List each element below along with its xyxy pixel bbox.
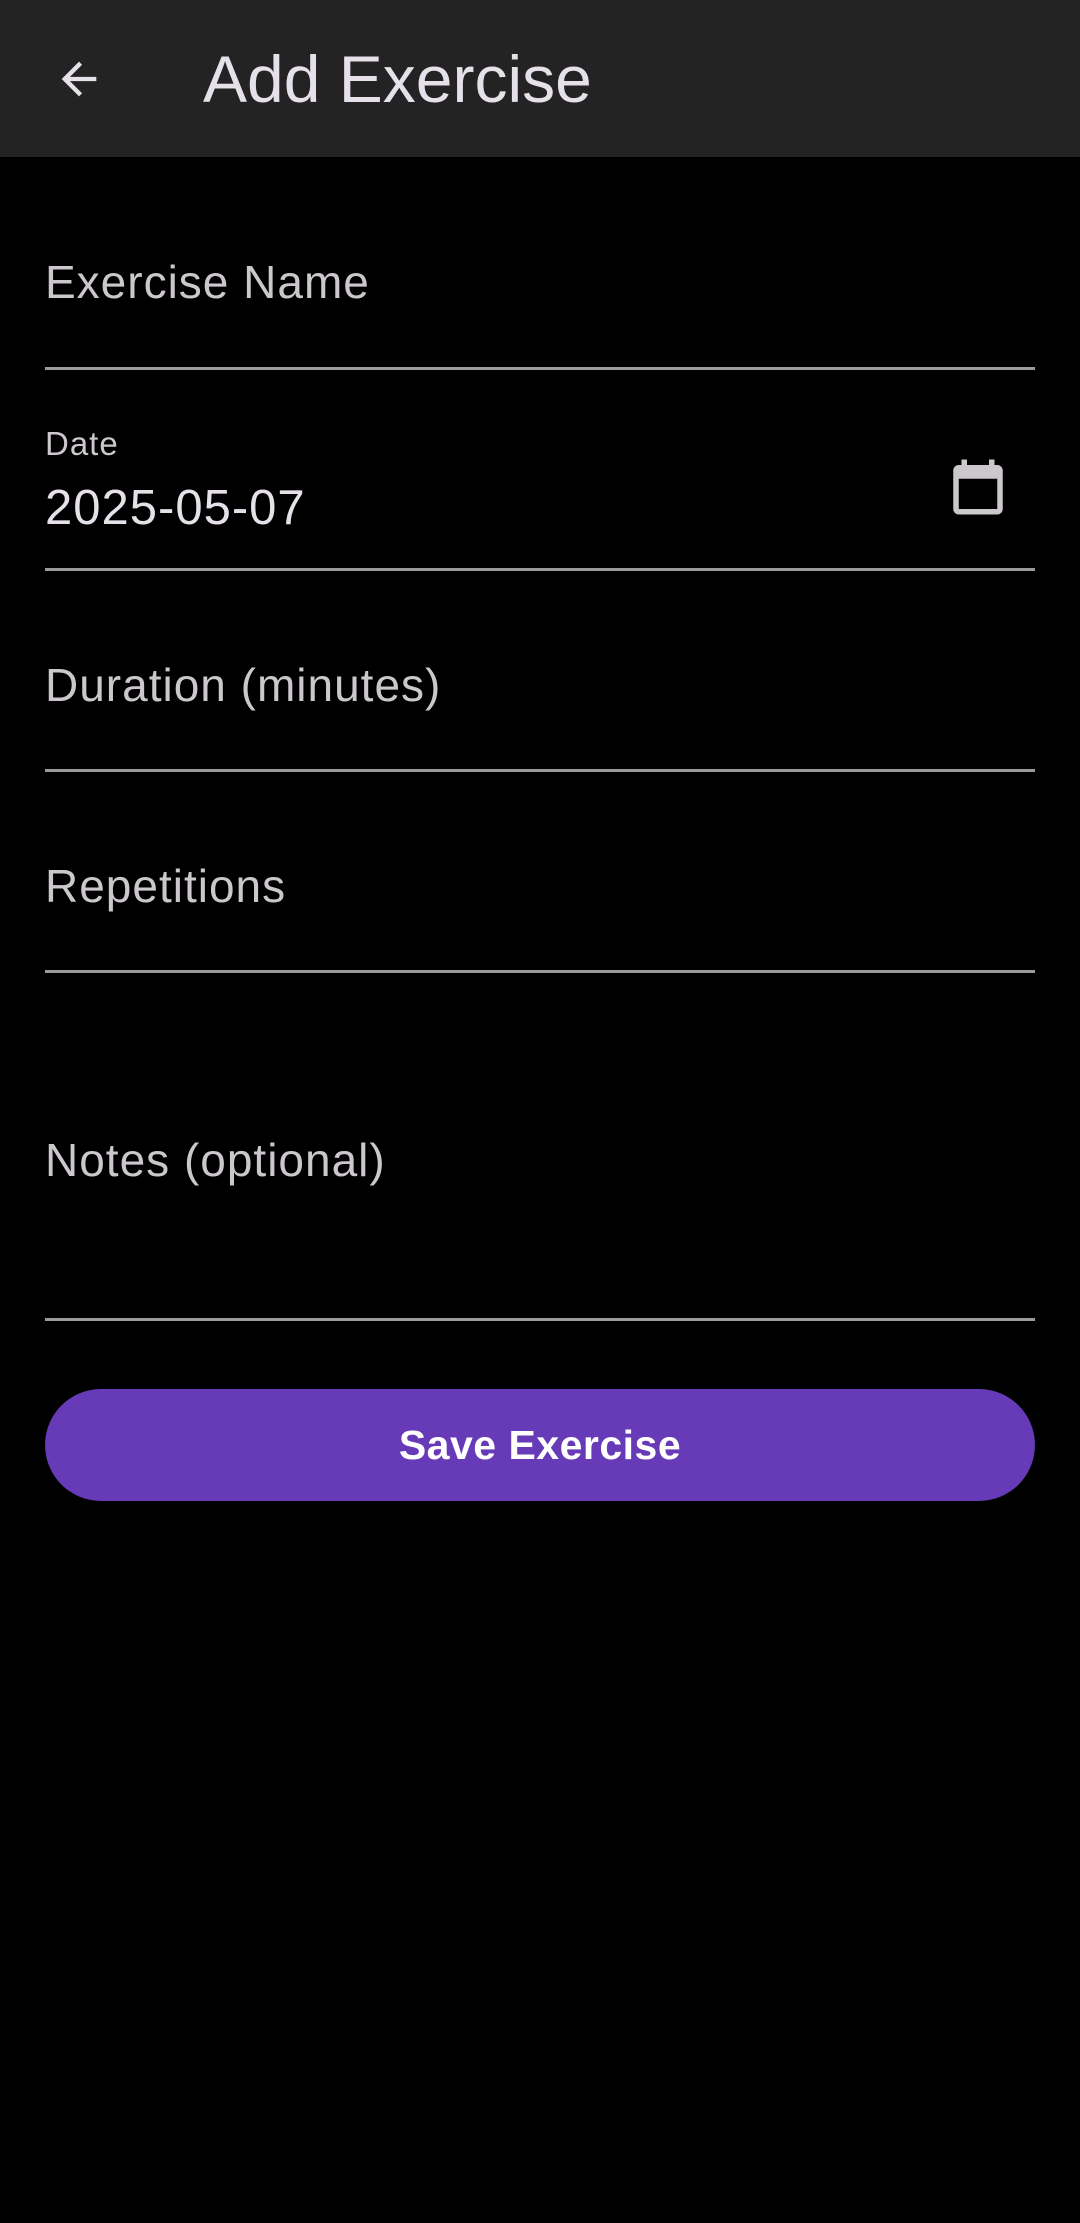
repetitions-field[interactable]: Repetitions: [45, 800, 1035, 973]
arrow-back-icon: [61, 61, 97, 97]
date-field[interactable]: Date 2025-05-07: [45, 400, 1035, 571]
page-title: Add Exercise: [203, 42, 592, 116]
notes-field[interactable]: Notes (optional): [45, 1000, 1035, 1321]
calendar-button[interactable]: [933, 442, 1023, 532]
notes-underline: [45, 1318, 1035, 1321]
app-bar: Add Exercise: [0, 0, 1080, 157]
back-button[interactable]: [34, 34, 124, 124]
exercise-name-field[interactable]: Exercise Name: [45, 230, 1035, 370]
exercise-name-label: Exercise Name: [45, 256, 370, 308]
save-exercise-label: Save Exercise: [398, 1421, 682, 1468]
repetitions-underline: [45, 970, 1035, 973]
duration-field[interactable]: Duration (minutes): [45, 600, 1035, 772]
exercise-name-underline: [45, 367, 1035, 370]
save-exercise-button[interactable]: Save Exercise: [45, 1389, 1035, 1501]
date-underline: [45, 568, 1035, 571]
date-value: 2025-05-07: [45, 481, 306, 535]
calendar-icon: [953, 459, 1003, 515]
duration-label: Duration (minutes): [45, 659, 442, 711]
repetitions-label: Repetitions: [45, 860, 287, 912]
notes-label: Notes (optional): [45, 1134, 386, 1186]
duration-underline: [45, 769, 1035, 772]
date-label: Date: [45, 425, 119, 462]
